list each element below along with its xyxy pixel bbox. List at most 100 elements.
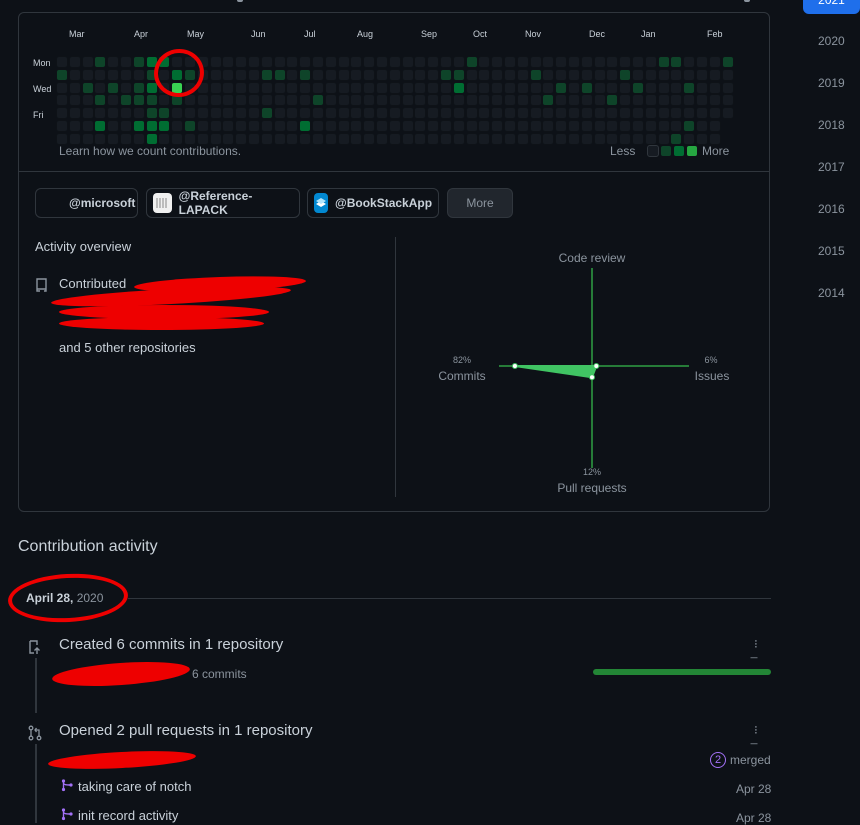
year-link[interactable]: 2019 — [818, 76, 845, 90]
contribution-cell[interactable] — [504, 81, 516, 94]
contribution-cell[interactable] — [120, 81, 132, 94]
contribution-cell[interactable] — [644, 94, 657, 107]
org-chip-bookstackapp[interactable]: @BookStackApp — [307, 188, 439, 218]
contribution-cell[interactable] — [120, 56, 132, 68]
year-link[interactable]: 2018 — [818, 118, 845, 132]
contribution-cell[interactable] — [401, 81, 414, 94]
contribution-cell[interactable] — [580, 81, 593, 94]
contribution-cell[interactable] — [184, 132, 196, 145]
contribution-cell[interactable] — [542, 94, 555, 107]
contribution-cell[interactable] — [670, 132, 683, 145]
contribution-cell[interactable] — [235, 107, 248, 120]
contribution-cell[interactable] — [363, 120, 376, 132]
contribution-cell[interactable] — [516, 107, 529, 120]
contribution-cell[interactable] — [81, 94, 94, 107]
contribution-cell[interactable] — [132, 81, 145, 94]
contribution-cell[interactable] — [593, 94, 606, 107]
contribution-cell[interactable] — [337, 81, 350, 94]
contribution-cell[interactable] — [427, 94, 440, 107]
contribution-cell[interactable] — [683, 120, 696, 132]
year-link-selected[interactable]: 2021 — [803, 0, 860, 14]
contribution-cell[interactable] — [683, 81, 696, 94]
contribution-cell[interactable] — [580, 56, 593, 68]
contribution-cell[interactable] — [606, 56, 619, 68]
contribution-cell[interactable] — [619, 56, 632, 68]
contribution-cell[interactable] — [68, 68, 81, 81]
contribution-cell[interactable] — [670, 56, 683, 68]
contribution-cell[interactable] — [644, 68, 657, 81]
contribution-cell[interactable] — [94, 132, 107, 145]
contribution-cell[interactable] — [427, 107, 440, 120]
contribution-cell[interactable] — [452, 94, 465, 107]
pull-requests-summary-title[interactable]: Opened 2 pull requests in 1 repository — [59, 722, 312, 739]
contribution-cell[interactable] — [350, 94, 363, 107]
more-orgs-button[interactable]: More — [447, 188, 513, 218]
contribution-cell[interactable] — [81, 132, 94, 145]
contribution-cell[interactable] — [657, 132, 670, 145]
contribution-cell[interactable] — [657, 56, 670, 68]
contribution-cell[interactable] — [401, 56, 414, 68]
contribution-cell[interactable] — [568, 68, 580, 81]
contribution-cell[interactable] — [209, 81, 222, 94]
contribution-cell[interactable] — [619, 132, 632, 145]
contribution-cell[interactable] — [260, 107, 273, 120]
contribution-cell[interactable] — [222, 81, 235, 94]
contribution-cell[interactable] — [184, 120, 196, 132]
contribution-cell[interactable] — [593, 81, 606, 94]
contribution-cell[interactable] — [440, 94, 452, 107]
contribution-cell[interactable] — [248, 107, 260, 120]
contribution-cell[interactable] — [555, 81, 568, 94]
contribution-cell[interactable] — [491, 107, 504, 120]
contribution-cell[interactable] — [171, 132, 184, 145]
contribution-cell[interactable] — [260, 68, 273, 81]
contribution-cell[interactable] — [401, 120, 414, 132]
contribution-cell[interactable] — [670, 68, 683, 81]
contribution-cell[interactable] — [644, 56, 657, 68]
contribution-cell[interactable] — [657, 120, 670, 132]
contribution-cell[interactable] — [337, 56, 350, 68]
contribution-cell[interactable] — [516, 81, 529, 94]
contribution-cell[interactable] — [94, 107, 107, 120]
contribution-cell[interactable] — [235, 94, 248, 107]
contribution-cell[interactable] — [721, 81, 734, 94]
contribution-cell[interactable] — [350, 68, 363, 81]
contribution-cell[interactable] — [440, 81, 452, 94]
contribution-cell[interactable] — [68, 107, 81, 120]
contribution-cell[interactable] — [555, 120, 568, 132]
contribution-cell[interactable] — [555, 94, 568, 107]
fold-icon[interactable]: ⁝̶ — [754, 724, 758, 748]
settings-dropdown-fragment[interactable] — [744, 0, 750, 2]
contribution-cell[interactable] — [132, 56, 145, 68]
contribution-cell[interactable] — [376, 56, 388, 68]
contribution-cell[interactable] — [555, 107, 568, 120]
contribution-cell[interactable] — [107, 120, 120, 132]
contribution-cell[interactable] — [235, 56, 248, 68]
contribution-cell[interactable] — [94, 94, 107, 107]
contribution-cell[interactable] — [324, 132, 337, 145]
contribution-cell[interactable] — [388, 68, 401, 81]
contribution-cell[interactable] — [324, 120, 337, 132]
contribution-cell[interactable] — [132, 120, 145, 132]
contribution-cell[interactable] — [478, 120, 491, 132]
contribution-cell[interactable] — [196, 94, 209, 107]
contribution-cell[interactable] — [184, 107, 196, 120]
contribution-cell[interactable] — [593, 107, 606, 120]
contribution-cell[interactable] — [222, 94, 235, 107]
contribution-cell[interactable] — [222, 107, 235, 120]
contribution-cell[interactable] — [491, 120, 504, 132]
contribution-cell[interactable] — [491, 132, 504, 145]
year-link[interactable]: 2014 — [818, 286, 845, 300]
contribution-cell[interactable] — [107, 56, 120, 68]
contribution-cell[interactable] — [632, 132, 644, 145]
org-chip-reference-lapack[interactable]: @Reference-LAPACK — [146, 188, 300, 218]
contribution-cell[interactable] — [683, 132, 696, 145]
org-chip-microsoft[interactable]: @microsoft — [35, 188, 138, 218]
contribution-cell[interactable] — [324, 56, 337, 68]
contribution-cell[interactable] — [145, 81, 158, 94]
contribution-cell[interactable] — [504, 132, 516, 145]
contribution-cell[interactable] — [708, 120, 721, 132]
contribution-cell[interactable] — [606, 107, 619, 120]
contribution-cell[interactable] — [491, 56, 504, 68]
contribution-cell[interactable] — [68, 56, 81, 68]
contribution-cell[interactable] — [120, 120, 132, 132]
